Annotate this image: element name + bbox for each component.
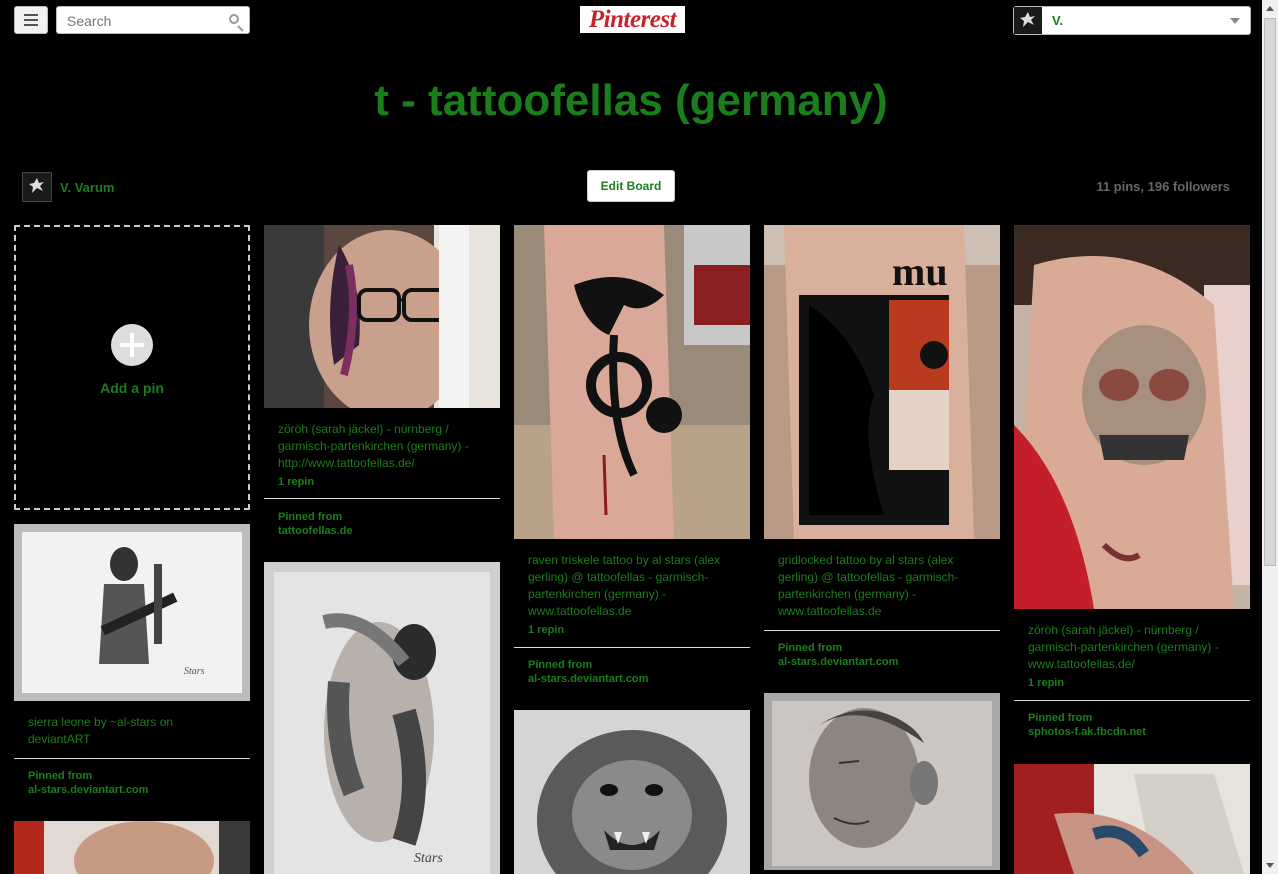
pinned-from-label: Pinned from (1028, 712, 1093, 724)
scroll-down-arrow-icon[interactable] (1266, 863, 1274, 868)
pin-image[interactable]: mu (764, 225, 1000, 539)
divider (1014, 700, 1250, 701)
pin-card[interactable]: mu gridlocked tattoo by al stars (alex g… (764, 225, 1000, 680)
pin-card[interactable]: raven triskele tattoo by al stars (alex … (514, 225, 750, 695)
pin-image[interactable] (514, 710, 750, 874)
pinterest-logo[interactable]: Pinterest (580, 6, 685, 33)
pin-card[interactable]: zöröh (sarah jäckel) - nürnberg / garmis… (264, 225, 500, 547)
pin-image[interactable] (764, 693, 1000, 870)
pin-description: raven triskele tattoo by al stars (alex … (528, 553, 721, 618)
pin-image[interactable] (514, 225, 750, 539)
pin-card[interactable]: zöröh (sarah jäckel) - nürnberg / garmis… (1014, 225, 1250, 749)
repin-count[interactable]: 1 repin (528, 624, 564, 636)
chevron-down-icon (1230, 18, 1240, 24)
plus-icon (111, 324, 153, 366)
avatar (22, 172, 52, 202)
pin-card[interactable]: Stars sierra leone by ~al-stars on devia… (14, 524, 250, 806)
divider (264, 498, 500, 499)
user-name: V. (1052, 13, 1064, 28)
pin-card[interactable]: Stars (264, 562, 500, 874)
scroll-up-arrow-icon[interactable] (1266, 6, 1274, 11)
pin-image[interactable]: Stars (14, 524, 250, 701)
pin-card[interactable] (14, 821, 250, 874)
board-title: t - tattoofellas (germany) (374, 76, 888, 125)
pin-image[interactable]: Stars (264, 562, 500, 874)
svg-text:mu: mu (892, 249, 948, 294)
menu-icon (24, 14, 38, 16)
menu-button[interactable] (14, 6, 48, 34)
pin-description: gridlocked tattoo by al stars (alex gerl… (778, 553, 959, 618)
pinned-from-label: Pinned from (778, 642, 843, 654)
add-pin-label: Add a pin (100, 380, 164, 396)
divider (514, 647, 750, 648)
pinned-from-source[interactable]: al-stars.deviantart.com (528, 672, 648, 686)
scrollbar[interactable] (1262, 0, 1278, 874)
divider (14, 758, 250, 759)
scrollbar-thumb[interactable] (1264, 18, 1276, 566)
user-menu[interactable]: V. (1013, 6, 1251, 35)
pin-description: zöröh (sarah jäckel) - nürnberg / garmis… (1028, 623, 1219, 671)
owner-name[interactable]: V. Varum (60, 180, 114, 195)
pin-description: zöröh (sarah jäckel) - nürnberg / garmis… (278, 422, 469, 470)
search-box (56, 6, 250, 34)
svg-text:Stars: Stars (184, 666, 205, 677)
avatar (1014, 7, 1042, 34)
search-icon[interactable] (229, 14, 239, 24)
pin-image[interactable] (264, 225, 500, 408)
divider (764, 630, 1000, 631)
pin-image[interactable] (1014, 764, 1250, 874)
pinned-from-label: Pinned from (278, 511, 343, 523)
board-stats: 11 pins, 196 followers (1096, 179, 1230, 194)
pinned-from-source[interactable]: tattoofellas.de (278, 524, 353, 538)
edit-board-button[interactable]: Edit Board (587, 170, 675, 202)
pinned-from-source[interactable]: al-stars.deviantart.com (28, 783, 148, 797)
pin-card[interactable] (764, 693, 1000, 870)
pinned-from-label: Pinned from (528, 659, 593, 671)
pin-card[interactable] (514, 710, 750, 874)
pinned-from-label: Pinned from (28, 770, 93, 782)
pin-image[interactable] (1014, 225, 1250, 609)
menu-icon-line (24, 24, 38, 26)
pinned-from-source[interactable]: sphotos-f.ak.fbcdn.net (1028, 725, 1146, 739)
pin-description: sierra leone by ~al-stars on deviantART (28, 715, 174, 746)
menu-icon-line (24, 19, 38, 21)
top-bar: Pinterest V. (0, 0, 1262, 40)
search-input[interactable] (65, 12, 219, 30)
add-pin-card[interactable]: Add a pin (14, 225, 250, 510)
svg-text:Stars: Stars (414, 851, 443, 866)
pinned-from-source[interactable]: al-stars.deviantart.com (778, 655, 898, 669)
repin-count[interactable]: 1 repin (1028, 677, 1064, 689)
repin-count[interactable]: 1 repin (278, 476, 314, 488)
pin-card[interactable] (1014, 764, 1250, 874)
pin-image[interactable] (14, 821, 250, 874)
